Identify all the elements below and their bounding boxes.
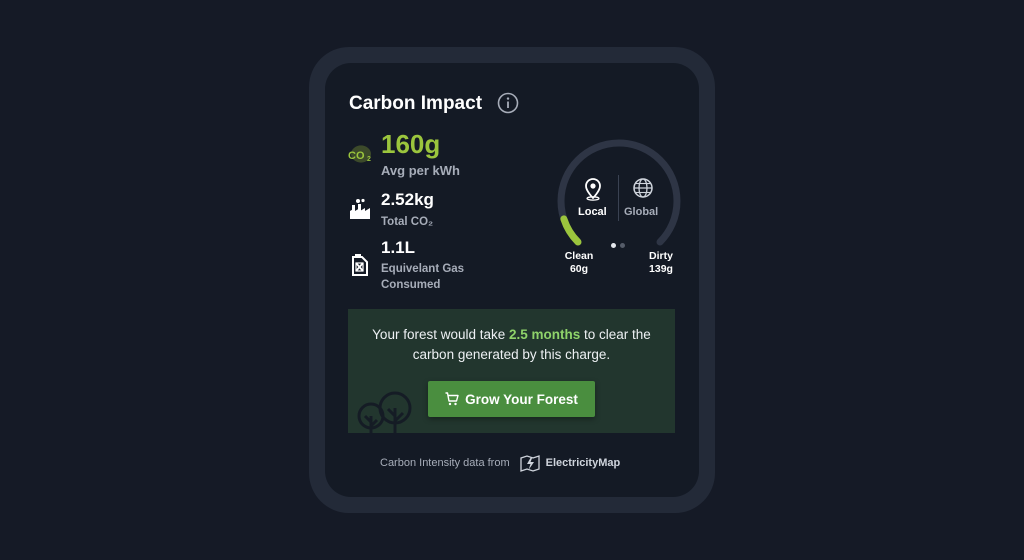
gauge-dirty-value: 139g (649, 263, 673, 275)
footer-text: Carbon Intensity data from (380, 457, 510, 469)
page-dot[interactable] (620, 243, 625, 248)
svg-text:CO: CO (348, 150, 365, 162)
co2-icon: CO 2 (348, 145, 371, 163)
forest-message: Your forest would take 2.5 months to cle… (358, 325, 665, 365)
gauge-fill (560, 215, 582, 246)
gauge-dirty-label: Dirty 139g (643, 250, 679, 276)
page-dot-active[interactable] (611, 243, 616, 248)
gauge-tab-divider (618, 175, 619, 221)
grow-button-label: Grow Your Forest (465, 391, 578, 407)
gas-can-icon (352, 254, 368, 276)
gauge-clean-title: Clean (564, 250, 594, 262)
electricitymap-logo-icon (519, 455, 540, 472)
forest-panel: Your forest would take 2.5 months to cle… (348, 309, 675, 433)
carbon-impact-card: Carbon Impact CO 2 160g Avg per kWh 2.52… (325, 63, 699, 497)
gauge-track (557, 139, 681, 246)
total-co2-value: 2.52kg (381, 190, 434, 209)
gas-label: Equivelant Gas Consumed (381, 263, 465, 291)
tab-local[interactable]: Local (578, 206, 607, 218)
forest-text-before: Your forest would take (372, 327, 510, 342)
svg-text:2: 2 (367, 156, 371, 163)
cart-icon (445, 392, 459, 406)
total-co2-label: Total CO₂ (381, 216, 434, 228)
tab-global[interactable]: Global (624, 206, 658, 218)
info-icon[interactable] (497, 92, 519, 114)
card-title: Carbon Impact (349, 93, 483, 114)
trees-icon (357, 391, 412, 433)
avg-label: Avg per kWh (381, 163, 460, 178)
gas-value: 1.1L (381, 238, 416, 257)
carbon-intensity-gauge (557, 139, 681, 246)
globe-icon[interactable] (632, 177, 654, 199)
electricitymap-link[interactable]: ElectricityMap (546, 457, 621, 469)
location-pin-icon[interactable] (582, 177, 604, 201)
avg-value: 160g (381, 129, 441, 159)
data-source-footer: Carbon Intensity data from ElectricityMa… (380, 454, 620, 472)
forest-duration: 2.5 months (509, 327, 581, 342)
gauge-clean-value: 60g (569, 263, 589, 275)
gauge-dirty-title: Dirty (649, 250, 673, 262)
gauge-clean-label: Clean 60g (561, 250, 597, 276)
grow-your-forest-button[interactable]: Grow Your Forest (428, 381, 595, 417)
factory-icon (350, 198, 370, 219)
